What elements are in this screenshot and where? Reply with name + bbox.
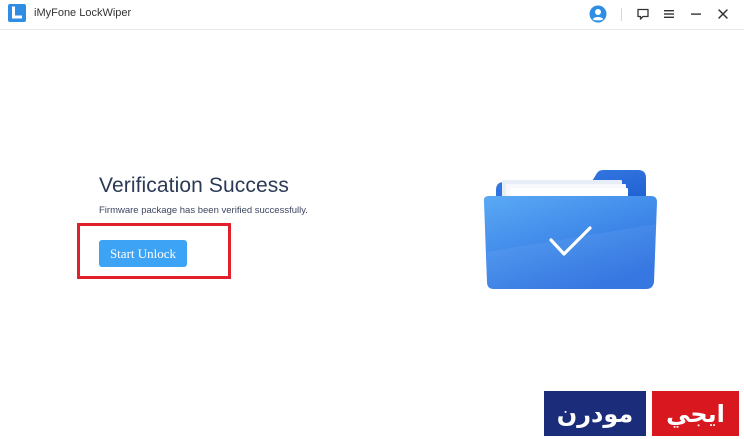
title-bar: iMyFone LockWiper bbox=[0, 0, 744, 30]
watermark-text-right: ايجي bbox=[652, 391, 739, 436]
page-title: Verification Success bbox=[99, 174, 289, 197]
account-icon[interactable] bbox=[587, 3, 609, 25]
page-subtitle: Firmware package has been verified succe… bbox=[99, 205, 308, 216]
watermark-logo: مودرن ايجي bbox=[544, 391, 739, 436]
menu-icon[interactable] bbox=[658, 3, 680, 25]
minimize-icon[interactable] bbox=[685, 3, 707, 25]
lockwiper-logo-icon bbox=[7, 3, 27, 23]
watermark-text-left: مودرن bbox=[544, 391, 646, 436]
titlebar-divider bbox=[621, 8, 622, 21]
folder-check-icon bbox=[478, 162, 662, 292]
app-title: iMyFone LockWiper bbox=[34, 7, 132, 19]
close-icon[interactable] bbox=[712, 3, 734, 25]
feedback-icon[interactable] bbox=[632, 3, 654, 25]
start-unlock-button[interactable]: Start Unlock bbox=[99, 240, 187, 267]
